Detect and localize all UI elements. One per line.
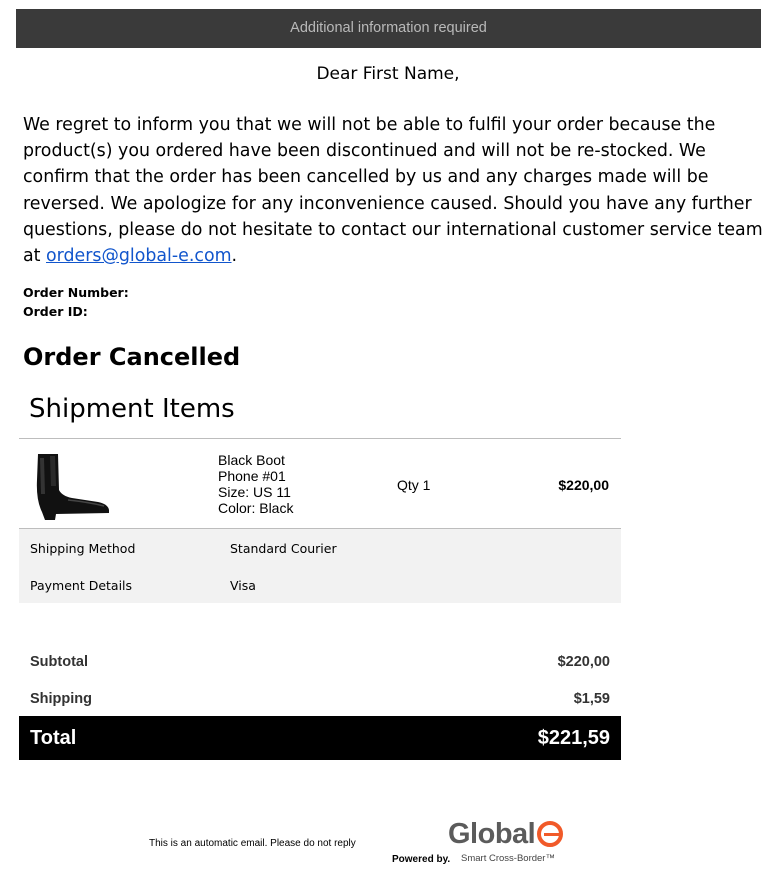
order-status-title: Order Cancelled [23,343,241,371]
shipping-label: Shipping [30,691,93,707]
total-value: $221,59 [537,727,610,749]
powered-by-label: Powered by. [392,854,451,865]
payment-details-label: Payment Details [30,578,133,593]
message-body: We regret to inform you that we will not… [23,112,763,269]
total-label: Total [30,727,77,749]
logo-text: Global [448,818,536,850]
logo-tagline: Smart Cross-Border™ [461,853,555,864]
item-name: Black Boot [218,452,285,468]
automatic-email-note: This is an automatic email. Please do no… [149,838,356,849]
shipping-method-label: Shipping Method [30,541,136,556]
logo-e-icon [537,821,564,847]
order-id-label: Order ID: [23,304,88,319]
shipping-value: $1,59 [573,691,610,707]
boot-product-image [36,454,109,520]
global-e-logo: Global [448,818,564,850]
subtotal-value: $220,00 [557,654,610,670]
item-color: Color: Black [218,500,294,516]
item-quantity: Qty 1 [397,477,431,493]
support-email-link[interactable]: orders@global-e.com [46,246,232,266]
order-number-label: Order Number: [23,285,129,300]
greeting: Dear First Name, [316,64,460,84]
item-price: $220,00 [558,477,609,493]
message-text: We regret to inform you that we will not… [23,115,763,267]
message-end: . [231,246,238,267]
total-bar: Total $221,59 [19,716,621,760]
divider [19,438,621,439]
subtotal-label: Subtotal [30,654,88,670]
item-description: Black Boot Phone #01 Size: US 11 Color: … [218,452,293,516]
payment-details-value: Visa [230,578,256,593]
shipping-method-value: Standard Courier [230,541,337,556]
item-sku: Phone #01 [218,468,286,484]
item-size: Size: US 11 [218,484,291,500]
info-banner: Additional information required [16,9,761,48]
shipment-items-title: Shipment Items [29,394,235,424]
